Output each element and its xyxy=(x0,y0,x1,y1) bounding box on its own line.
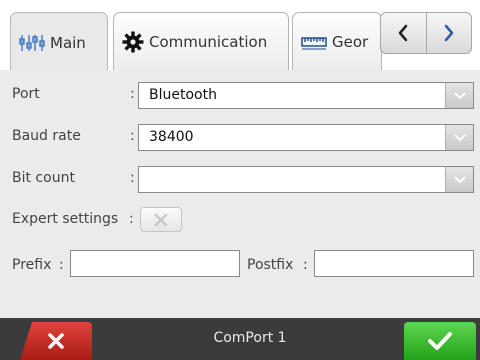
ruler-icon xyxy=(301,32,327,52)
scroll-right-button[interactable] xyxy=(425,13,472,53)
port-label: Port xyxy=(12,86,40,102)
settings-split-icon xyxy=(19,33,45,53)
chevron-left-icon xyxy=(399,24,408,42)
tab-geo-label: Geor xyxy=(332,32,369,51)
close-icon xyxy=(154,213,168,226)
expert-settings-checkbox[interactable] xyxy=(140,207,182,232)
postfix-colon: : xyxy=(303,257,308,273)
footer-bar: ComPort 1 xyxy=(0,318,480,360)
postfix-label: Postfix xyxy=(247,257,294,273)
tab-scroll-buttons xyxy=(380,12,472,54)
chevron-down-icon[interactable] xyxy=(445,125,473,150)
bit-count-colon: : xyxy=(130,170,135,186)
baud-rate-colon: : xyxy=(130,128,135,144)
check-icon xyxy=(428,332,452,350)
ok-button[interactable] xyxy=(404,322,476,360)
chevron-right-icon xyxy=(444,24,453,42)
tab-main[interactable]: Main xyxy=(10,12,108,72)
tab-communication-label: Communication xyxy=(149,32,268,51)
chevron-down-icon[interactable] xyxy=(445,83,473,108)
baud-rate-select[interactable]: 38400 xyxy=(138,124,474,151)
expert-settings-label: Expert settings xyxy=(12,211,119,227)
cancel-button[interactable] xyxy=(20,322,92,360)
prefix-input[interactable] xyxy=(70,250,240,277)
postfix-input[interactable] xyxy=(314,250,474,277)
port-value: Bluetooth xyxy=(149,87,217,103)
scroll-left-button[interactable] xyxy=(381,13,426,53)
settings-form: Port : Bluetooth Baud rate : 38400 Bit c… xyxy=(0,70,480,318)
gear-icon xyxy=(122,31,144,53)
dialog-title: ComPort 1 xyxy=(213,330,287,346)
tab-bar: Main Communication Geor xyxy=(0,0,480,72)
prefix-colon: : xyxy=(59,257,64,273)
prefix-label: Prefix xyxy=(12,257,52,273)
chevron-down-icon[interactable] xyxy=(445,167,473,192)
port-select[interactable]: Bluetooth xyxy=(138,82,474,109)
close-icon xyxy=(48,333,64,349)
bit-count-label: Bit count xyxy=(12,170,75,186)
baud-rate-label: Baud rate xyxy=(12,128,81,144)
bit-count-select[interactable] xyxy=(138,166,474,193)
baud-rate-value: 38400 xyxy=(149,129,194,145)
tab-geo[interactable]: Geor xyxy=(292,12,382,70)
tab-communication[interactable]: Communication xyxy=(113,12,289,70)
port-colon: : xyxy=(130,86,135,102)
expert-settings-colon: : xyxy=(129,211,134,227)
tab-main-label: Main xyxy=(50,33,86,52)
